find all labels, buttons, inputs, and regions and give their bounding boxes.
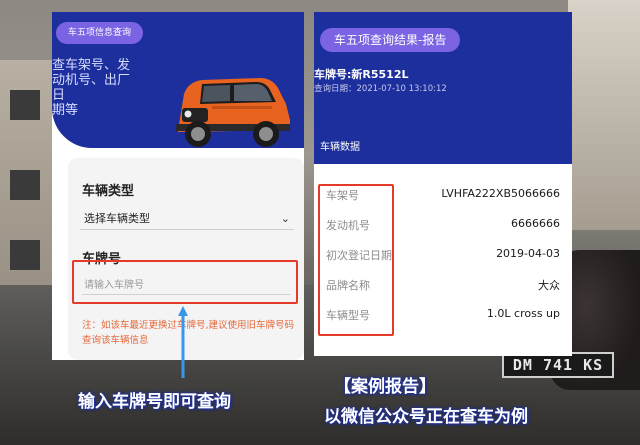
query-hero-description: 查车架号、发 动机号、出厂日 期等 bbox=[52, 58, 131, 118]
row-value: 大众 bbox=[538, 279, 560, 292]
report-result-screen: 车五项查询结果-报告 车牌号:新R5512L 查询日期：2021-07-10 1… bbox=[314, 12, 572, 356]
chevron-down-icon: ⌄ bbox=[280, 212, 290, 225]
orange-suv-image bbox=[176, 78, 290, 147]
caption-left: 输入车牌号即可查询 bbox=[78, 392, 231, 412]
highlight-box bbox=[318, 184, 394, 336]
plate-number-input[interactable]: 请输入车牌号 bbox=[72, 260, 298, 304]
caption-right-title: 【案例报告】 bbox=[334, 377, 436, 397]
caption-right-subtitle: 以微信公众号正在查车为例 bbox=[324, 407, 528, 427]
background-building bbox=[0, 60, 52, 300]
report-hero-banner: 车五项查询结果-报告 车牌号:新R5512L 查询日期：2021-07-10 1… bbox=[314, 12, 572, 164]
row-value: 1.0L cross up bbox=[486, 307, 560, 320]
vehicle-type-label: 车辆类型 bbox=[82, 184, 135, 199]
report-plate-number: 车牌号:新R5512L bbox=[314, 68, 409, 81]
vehicle-type-select[interactable]: 选择车辆类型 ⌄ bbox=[80, 208, 294, 230]
report-query-date: 查询日期：2021-07-10 13:10:12 bbox=[314, 84, 447, 94]
row-value: 6666666 bbox=[511, 217, 560, 230]
arrow-up-icon bbox=[178, 306, 188, 378]
row-value: LVHFA222XB5066666 bbox=[441, 187, 560, 200]
plate-change-notice: 注：如该车最近更换过车牌号,建议使用旧车牌号码查询该车辆信息 bbox=[82, 320, 295, 346]
vehicle-data-section-title: 车辆数据 bbox=[320, 142, 360, 153]
query-title-pill: 车五项信息查询 bbox=[56, 22, 144, 44]
report-title-pill: 车五项查询结果-报告 bbox=[320, 28, 461, 52]
input-underline bbox=[82, 294, 290, 295]
row-value: 2019-04-03 bbox=[496, 247, 560, 260]
background-house bbox=[568, 0, 640, 230]
